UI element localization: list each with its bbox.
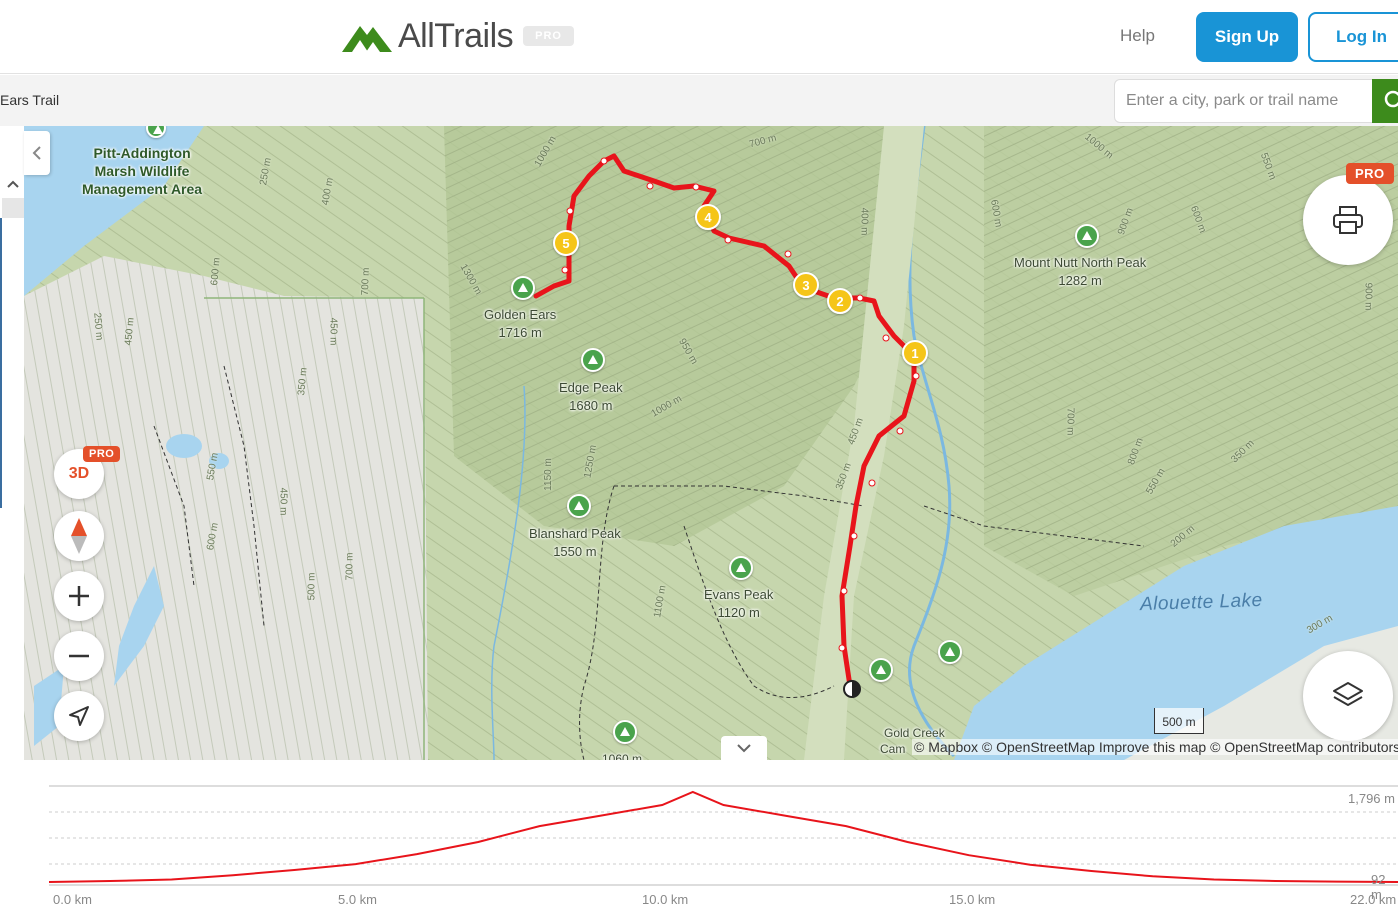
waypoint-4[interactable]: 4: [695, 204, 721, 230]
camp-label: Cam: [880, 742, 906, 756]
contour-label: 500 m: [306, 572, 318, 601]
peak-icon[interactable]: [581, 348, 605, 372]
print-pro-tag: PRO: [1346, 163, 1394, 184]
peak-icon[interactable]: [613, 720, 637, 744]
top-header: AllTrails PRO Help Sign Up Log In: [0, 0, 1398, 74]
minus-icon: [69, 654, 89, 658]
waypoint-5[interactable]: 5: [553, 230, 579, 256]
breadcrumb-trail-name[interactable]: Ears Trail: [0, 92, 59, 108]
contour-label: 450 m: [327, 317, 339, 346]
sub-navigation-bar: Ears Trail: [0, 75, 1398, 126]
3d-label: 3D: [68, 465, 90, 482]
campground-icon[interactable]: [938, 640, 962, 664]
contour-label: 450 m: [277, 487, 289, 516]
peak-label-edge-peak: Edge Peak 1680 m: [559, 380, 623, 413]
area-label: Pitt-Addington Marsh Wildlife Management…: [82, 145, 203, 197]
plus-icon: [69, 586, 89, 606]
contour-label: 400 m: [858, 207, 870, 236]
elevation-line: [48, 790, 1398, 883]
compass-icon: [71, 518, 87, 554]
locate-me-button[interactable]: [54, 691, 104, 741]
pro-badge: PRO: [523, 26, 574, 46]
mountain-logo-icon: [342, 26, 392, 52]
peak-label-mount-nutt: Mount Nutt North Peak 1282 m: [1014, 255, 1147, 288]
search-box: [1114, 79, 1374, 123]
peak-label-blanshard: Blanshard Peak 1550 m: [529, 526, 621, 559]
search-icon: [1384, 90, 1398, 108]
peak-icon[interactable]: [1075, 224, 1099, 248]
trail-map[interactable]: Pitt-Addington Marsh Wildlife Management…: [24, 126, 1398, 760]
map-attribution[interactable]: © Mapbox © OpenStreetMap Improve this ma…: [912, 739, 1398, 755]
search-button[interactable]: [1372, 79, 1398, 123]
elevation-chart: [48, 785, 1398, 886]
search-input[interactable]: [1126, 92, 1366, 110]
bottom-peak-elev-label: 1060 m: [602, 752, 643, 760]
waypoint-1[interactable]: 1: [902, 340, 928, 366]
sign-up-button[interactable]: Sign Up: [1196, 12, 1298, 62]
elevation-max-label: 1,796 m: [1348, 791, 1395, 806]
collapse-panel-button[interactable]: [24, 131, 50, 175]
contour-label: 1150 m: [542, 458, 554, 491]
peak-icon[interactable]: [511, 276, 535, 300]
contour-label: 900 m: [1362, 282, 1374, 311]
layers-icon: [1333, 682, 1363, 706]
peak-icon[interactable]: [729, 556, 753, 580]
compass-button[interactable]: [54, 511, 104, 561]
peak-icon[interactable]: [567, 494, 591, 518]
contour-label: 250 m: [91, 312, 105, 341]
chevron-up-icon[interactable]: [2, 176, 24, 192]
x-tick-label: 15.0 km: [949, 892, 996, 907]
x-tick-label: 0.0 km: [53, 892, 93, 907]
printer-icon: [1333, 206, 1363, 234]
chevron-down-icon: [737, 744, 751, 753]
help-link[interactable]: Help: [1120, 26, 1155, 46]
contour-label: 700 m: [1064, 407, 1076, 436]
location-arrow-icon: [69, 706, 89, 726]
elevation-toggle-button[interactable]: [721, 736, 767, 760]
elevation-profile[interactable]: 1,796 m 92 m 0.0 km 5.0 km 10.0 km 15.0 …: [24, 760, 1398, 913]
map-layers-button[interactable]: [1303, 651, 1393, 741]
map-scale-bar: 500 m: [1154, 708, 1204, 734]
peak-label-golden-ears: Golden Ears 1716 m: [484, 307, 557, 340]
waypoint-3[interactable]: 3: [793, 272, 819, 298]
x-tick-label: 10.0 km: [642, 892, 689, 907]
logo-text: AllTrails: [398, 16, 514, 55]
contour-label: 700 m: [359, 267, 372, 296]
x-tick-label: 5.0 km: [338, 892, 378, 907]
chevron-left-icon: [32, 146, 41, 160]
log-in-button[interactable]: Log In: [1308, 12, 1398, 62]
zoom-in-button[interactable]: [54, 571, 104, 621]
print-map-button[interactable]: [1303, 175, 1393, 265]
alltrails-logo[interactable]: AllTrails PRO: [342, 16, 574, 56]
lake-label: Alouette Lake: [1139, 589, 1264, 616]
scrollbar-thumb[interactable]: [2, 198, 24, 218]
3d-pro-tag: PRO: [83, 446, 121, 462]
side-panel-edge: [0, 126, 24, 760]
x-tick-label: 22.0 km: [1350, 892, 1397, 907]
panel-image-edge: [0, 218, 2, 508]
peak-label-evans: Evans Peak 1120 m: [704, 587, 774, 620]
contour-label: 700 m: [344, 552, 356, 581]
campground-icon[interactable]: [869, 658, 893, 682]
zoom-out-button[interactable]: [54, 631, 104, 681]
waypoint-2[interactable]: 2: [827, 288, 853, 314]
